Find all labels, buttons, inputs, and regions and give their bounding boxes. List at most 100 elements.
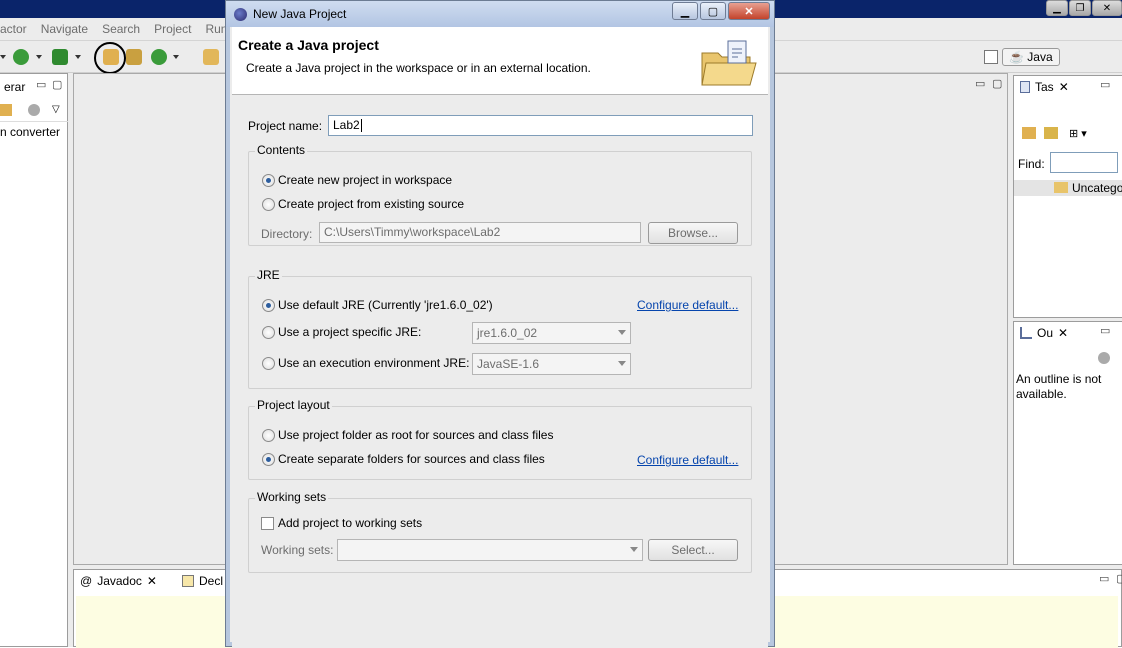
minimize-window-button[interactable]: ▁ — [1046, 0, 1068, 16]
browse-button[interactable]: Browse... — [648, 222, 738, 244]
jre-title: JRE — [255, 268, 282, 282]
separate-folders-label[interactable]: Create separate folders for sources and … — [278, 452, 545, 466]
external-tools-dropdown-icon[interactable] — [75, 55, 81, 59]
run-dropdown-icon[interactable] — [36, 55, 42, 59]
java-perspective-button[interactable]: ☕ Java — [1002, 48, 1060, 66]
outline-tab-label: Ou — [1037, 326, 1054, 340]
add-to-working-sets-checkbox[interactable] — [261, 517, 274, 530]
execution-env-radio[interactable] — [262, 357, 275, 370]
dialog-maximize-button[interactable]: ▢ — [700, 2, 726, 20]
new-task-icon[interactable] — [1022, 127, 1036, 139]
menu-refactor[interactable]: actor — [0, 22, 27, 36]
package-explorer-tab[interactable]: erar — [0, 76, 29, 98]
view-menu-icon[interactable] — [28, 104, 40, 116]
chevron-down-icon[interactable]: ▽ — [52, 104, 60, 115]
separate-folders-radio[interactable] — [262, 453, 275, 466]
filter-icon[interactable]: ⊞ ▾ — [1069, 127, 1087, 140]
maximize-window-button[interactable]: ❐ — [1069, 0, 1091, 16]
task-list-tab-label: Tas — [1035, 80, 1054, 94]
new-class-dropdown-icon[interactable] — [173, 55, 179, 59]
existing-source-label[interactable]: Create project from existing source — [278, 197, 464, 211]
perspective-switcher: ☕ Java — [984, 47, 1060, 67]
dialog-title: New Java Project — [253, 7, 347, 21]
minimize-view-icon[interactable]: ▭ — [1100, 324, 1110, 337]
add-to-working-sets-label[interactable]: Add project to working sets — [278, 516, 422, 530]
dialog-minimize-button[interactable]: ▁ — [672, 2, 698, 20]
outline-icon — [1020, 327, 1032, 339]
create-new-project-label[interactable]: Create new project in workspace — [278, 173, 452, 187]
minimize-view-icon[interactable]: ▭ — [1100, 78, 1110, 91]
new-class-icon[interactable] — [151, 49, 167, 65]
close-icon[interactable]: ✕ — [1059, 80, 1069, 94]
find-input[interactable] — [1050, 152, 1118, 173]
project-name-label: Project name: — [248, 119, 323, 133]
layout-configure-default-link[interactable]: Configure default... — [637, 453, 738, 467]
bottom-maximize-icon[interactable]: ▢ — [1116, 572, 1122, 585]
view-menu-icon[interactable] — [1098, 352, 1110, 364]
existing-source-radio[interactable] — [262, 198, 275, 211]
javadoc-tab[interactable]: @ Javadoc ✕ — [76, 570, 161, 592]
working-sets-title: Working sets — [255, 490, 329, 504]
highlight-circle — [94, 42, 126, 74]
dialog-window-controls: ▁ ▢ ✕ — [672, 2, 770, 20]
dialog-titlebar[interactable]: New Java Project ▁ ▢ ✕ — [226, 1, 774, 27]
select-working-sets-button[interactable]: Select... — [648, 539, 738, 561]
maximize-view-icon[interactable]: ▢ — [52, 78, 62, 91]
contents-title: Contents — [255, 143, 308, 157]
default-jre-radio[interactable] — [262, 299, 275, 312]
task-list-icon — [1020, 81, 1030, 93]
tree-item[interactable]: n converter — [0, 125, 60, 139]
category-row[interactable]: Uncatego — [1014, 180, 1122, 196]
specific-jre-select[interactable]: jre1.6.0_02 — [472, 322, 631, 344]
working-sets-select[interactable] — [337, 539, 643, 561]
project-root-radio[interactable] — [262, 429, 275, 442]
category-label: Uncatego — [1072, 181, 1122, 195]
eclipse-icon — [234, 7, 247, 21]
at-icon: @ — [80, 574, 93, 588]
javadoc-tab-label: Javadoc — [97, 574, 142, 588]
menu-navigate[interactable]: Navigate — [41, 22, 88, 36]
dialog-close-button[interactable]: ✕ — [728, 2, 770, 20]
link-with-editor-icon[interactable] — [0, 104, 12, 116]
wizard-title: Create a Java project — [238, 37, 379, 53]
declaration-tab[interactable]: Decl — [178, 570, 227, 592]
chevron-down-icon — [630, 547, 638, 552]
view-toolbar: ▽ — [0, 100, 68, 122]
editor-minimize-icon[interactable]: ▭ — [975, 77, 985, 90]
create-new-project-radio[interactable] — [262, 174, 275, 187]
task-list-panel: Tas ✕ ▭ ⊞ ▾ Find: Uncatego — [1013, 75, 1122, 318]
open-type-icon[interactable] — [203, 49, 219, 65]
project-name-value: Lab2 — [333, 118, 360, 132]
external-tools-icon[interactable] — [52, 49, 68, 65]
window-controls: ▁ ❐ ✕ — [1046, 0, 1122, 17]
new-package-icon[interactable] — [126, 49, 142, 65]
task-list-tab[interactable]: Tas ✕ — [1016, 76, 1073, 98]
dropdown-arrow-icon[interactable] — [0, 55, 6, 59]
menu-project[interactable]: Project — [154, 22, 191, 36]
default-jre-label[interactable]: Use default JRE (Currently 'jre1.6.0_02'… — [278, 298, 493, 312]
wizard-description: Create a Java project in the workspace o… — [246, 61, 591, 75]
menu-search[interactable]: Search — [102, 22, 140, 36]
open-perspective-icon[interactable] — [984, 50, 998, 64]
outline-tab[interactable]: Ou ✕ — [1016, 322, 1072, 344]
project-name-input[interactable]: Lab2 — [328, 115, 753, 136]
minimize-view-icon[interactable]: ▭ — [36, 78, 46, 91]
directory-input[interactable]: C:\Users\Timmy\workspace\Lab2 — [319, 222, 641, 243]
close-icon[interactable]: ✕ — [147, 574, 157, 588]
specific-jre-radio[interactable] — [262, 326, 275, 339]
close-icon[interactable]: ✕ — [1058, 326, 1068, 340]
directory-label: Directory: — [261, 227, 313, 241]
project-root-label[interactable]: Use project folder as root for sources a… — [278, 428, 553, 442]
jre-configure-default-link[interactable]: Configure default... — [637, 298, 738, 312]
execution-env-label[interactable]: Use an execution environment JRE: — [278, 356, 469, 370]
bottom-minimize-icon[interactable]: ▭ — [1099, 572, 1109, 585]
sync-icon[interactable] — [1044, 127, 1058, 139]
specific-jre-label[interactable]: Use a project specific JRE: — [278, 325, 421, 339]
close-window-button[interactable]: ✕ — [1092, 0, 1122, 16]
dialog-body: Create a Java project Create a Java proj… — [232, 27, 768, 648]
editor-maximize-icon[interactable]: ▢ — [992, 77, 1002, 90]
execution-env-value: JavaSE-1.6 — [477, 357, 540, 371]
run-icon[interactable] — [13, 49, 29, 65]
execution-env-select[interactable]: JavaSE-1.6 — [472, 353, 631, 375]
text-caret — [360, 119, 362, 133]
